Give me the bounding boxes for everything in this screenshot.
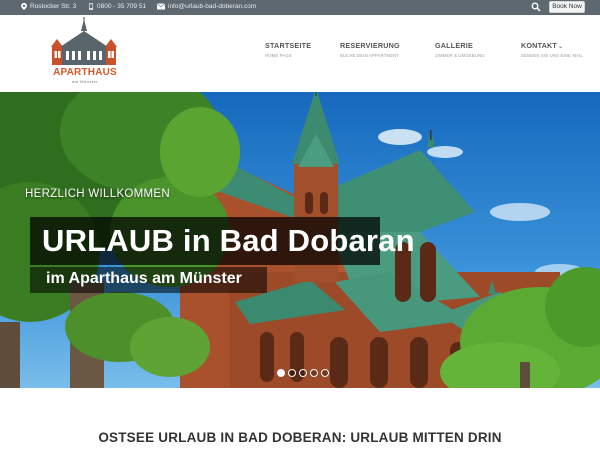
- slider-dot-3[interactable]: [299, 369, 307, 377]
- hero-slider[interactable]: HERZLICH WILLKOMMEN URLAUB in Bad Dobara…: [0, 92, 600, 388]
- slider-dot-2[interactable]: [288, 369, 296, 377]
- hero-kicker: HERZLICH WILLKOMMEN: [25, 188, 170, 200]
- hero-title: URLAUB in Bad Dobaran: [42, 223, 415, 258]
- logo-subtitle: am Münster: [71, 79, 99, 84]
- phone-info[interactable]: 0800 - 35 709 51: [88, 3, 146, 10]
- nav-item-kontakt[interactable]: KONTAKT⌄ SENDEN SIE UNS EINE MAIL: [521, 41, 583, 58]
- nav-label[interactable]: KONTAKT⌄: [521, 41, 583, 50]
- envelope-icon: [157, 3, 165, 10]
- site-header: APARTHAUS am Münster STARTSEITE HOME PAG…: [0, 15, 600, 92]
- slider-dot-1[interactable]: [277, 369, 285, 377]
- logo-title: APARTHAUS: [53, 67, 117, 78]
- address-text: Rostocker Str. 3: [30, 3, 77, 10]
- phone-text[interactable]: 0800 - 35 709 51: [97, 3, 146, 10]
- slider-dot-4[interactable]: [310, 369, 318, 377]
- nav-label[interactable]: STARTSEITE: [265, 41, 311, 50]
- nav-item-reservierung[interactable]: RESERVIERUNG BUCHE DEIN APPARTMENT: [340, 41, 400, 58]
- book-now-button[interactable]: Book Now: [549, 1, 585, 13]
- nav-item-startseite[interactable]: STARTSEITE HOME PAGE: [265, 41, 311, 58]
- section-heading: OSTSEE URLAUB IN BAD DOBERAN: URLAUB MIT…: [98, 430, 502, 445]
- chevron-down-icon: ⌄: [558, 44, 564, 50]
- nav-label[interactable]: RESERVIERUNG: [340, 41, 400, 50]
- slider-pagination: [277, 369, 329, 377]
- address-info: Rostocker Str. 3: [21, 3, 76, 10]
- nav-sublabel: ZIMMER & UMGEBUNG: [435, 53, 485, 58]
- mobile-phone-icon: [88, 3, 94, 10]
- email-link[interactable]: info@urlaub-bad-doberan.com: [168, 3, 256, 10]
- hero-subtitle: im Aparthaus am Münster: [46, 270, 242, 287]
- top-bar: Rostocker Str. 3 0800 - 35 709 51 info@u…: [0, 0, 600, 15]
- nav-label[interactable]: GALLERIE: [435, 41, 485, 50]
- nav-sublabel: SENDEN SIE UNS EINE MAIL: [521, 53, 584, 58]
- slider-dot-5[interactable]: [321, 369, 329, 377]
- map-marker-icon: [21, 3, 27, 10]
- nav-sublabel: BUCHE DEIN APPARTMENT: [340, 53, 400, 58]
- search-icon[interactable]: [531, 2, 541, 12]
- nav-label-text[interactable]: KONTAKT: [521, 41, 557, 50]
- nav-sublabel: HOME PAGE: [265, 53, 292, 58]
- email-info[interactable]: info@urlaub-bad-doberan.com: [157, 3, 256, 10]
- nav-item-gallerie[interactable]: GALLERIE ZIMMER & UMGEBUNG: [435, 41, 485, 58]
